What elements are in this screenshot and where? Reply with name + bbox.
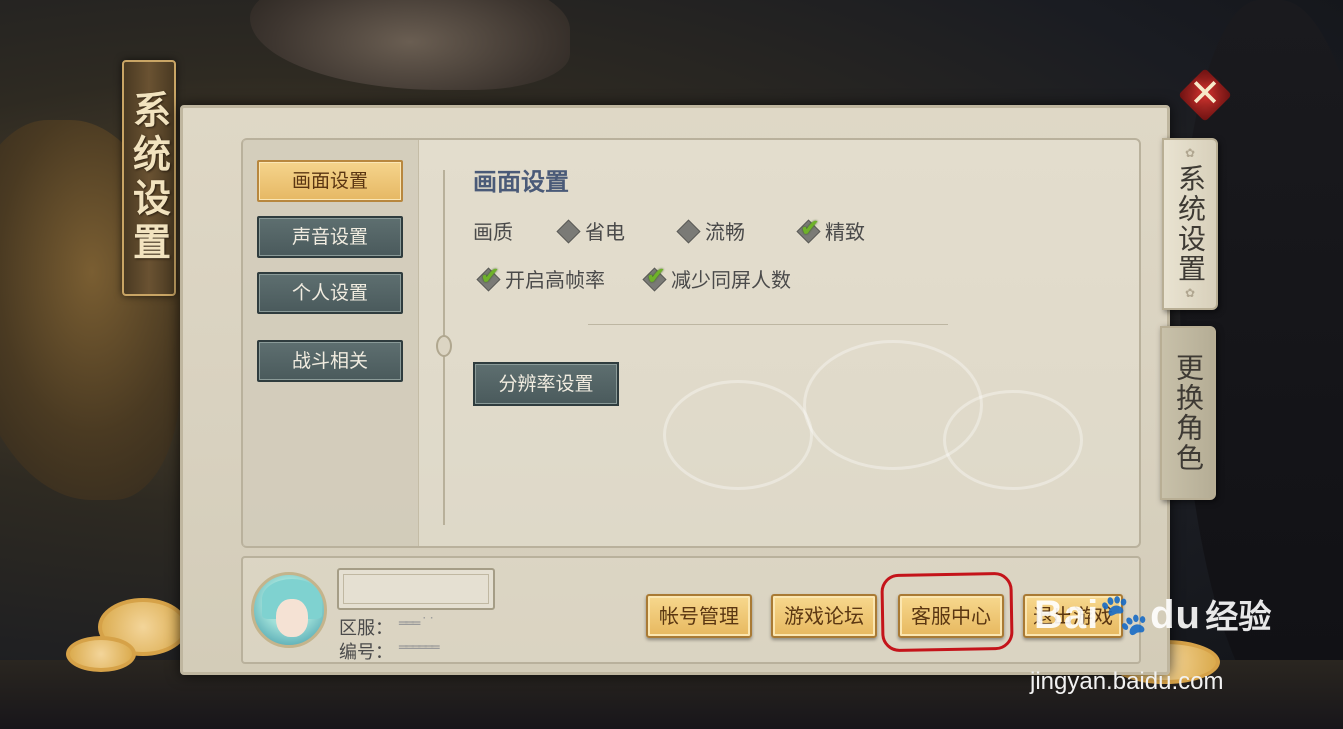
window-title: 系统设置 [126, 90, 172, 266]
tab-label: 系统设置 [1174, 164, 1207, 284]
cloud-decoration-left-small [66, 636, 136, 672]
flower-icon: ✿ [1183, 286, 1197, 302]
divider-ornament [436, 335, 452, 357]
quality-option-smooth[interactable]: 流畅 [676, 216, 745, 245]
avatar[interactable] [251, 572, 327, 648]
quality-option-fine[interactable]: ✔ 精致 [796, 214, 865, 245]
radio-unchecked-icon [676, 218, 701, 244]
game-forum-button[interactable]: 游戏论坛 [771, 594, 877, 638]
flower-icon: ✿ [1183, 146, 1197, 162]
nav-item-combat[interactable]: 战斗相关 [257, 340, 403, 382]
window-title-scroll: 系统设置 [122, 60, 176, 296]
account-management-button[interactable]: 帐号管理 [646, 594, 752, 638]
settings-content-area: 画面设置 声音设置 个人设置 战斗相关 画面设置 画质 省电 流畅 ✔ 精致 ✔… [241, 138, 1141, 548]
checkbox-checked-icon: ✔ [642, 262, 667, 292]
baidu-watermark: Bai🐾du 经验 [1034, 590, 1271, 638]
close-button[interactable]: ✕ [1184, 71, 1226, 115]
nav-item-sound[interactable]: 声音设置 [257, 216, 403, 258]
checkbox-checked-icon: ✔ [476, 262, 501, 292]
close-icon: ✕ [1189, 71, 1221, 115]
nav-item-display[interactable]: 画面设置 [257, 160, 403, 202]
nav-item-personal[interactable]: 个人设置 [257, 272, 403, 314]
id-value: ══════ [399, 640, 440, 656]
section-separator [588, 324, 948, 325]
quality-option-label: 精致 [825, 220, 865, 244]
section-title: 画面设置 [473, 168, 569, 196]
settings-nav: 画面设置 声音设置 个人设置 战斗相关 [243, 140, 419, 546]
toggle-high-framerate[interactable]: ✔ 开启高帧率 [476, 262, 605, 293]
highlight-annotation [880, 571, 1014, 653]
server-value: ═══ ˙ ˙ [399, 616, 435, 632]
id-label: 编号： [339, 642, 393, 663]
watermark-url: jingyan.baidu.com [1030, 668, 1224, 695]
tab-change-character[interactable]: 更换角色 [1160, 326, 1216, 500]
settings-panel: 画面设置 声音设置 个人设置 战斗相关 画面设置 画质 省电 流畅 ✔ 精致 ✔… [180, 105, 1170, 675]
radio-checked-icon: ✔ [796, 214, 821, 244]
baidu-logo-suffix: du [1150, 593, 1201, 637]
quality-option-label: 省电 [585, 220, 625, 244]
quality-option-label: 流畅 [705, 220, 745, 244]
paw-icon: 🐾 [1099, 593, 1151, 637]
tab-label: 更换角色 [1172, 353, 1205, 473]
baidu-logo: Bai [1034, 593, 1100, 637]
resolution-settings-button[interactable]: 分辨率设置 [473, 362, 619, 406]
toggle-reduce-players[interactable]: ✔ 减少同屏人数 [642, 262, 791, 293]
tab-system-settings[interactable]: ✿ 系统设置 ✿ [1162, 138, 1218, 310]
quality-label: 画质 [473, 220, 513, 244]
server-label: 区服： [339, 618, 393, 639]
wave-decoration [663, 380, 813, 490]
player-name-frame [337, 568, 495, 610]
wave-decoration [943, 390, 1083, 490]
background-rock-top [250, 0, 570, 90]
radio-unchecked-icon [556, 218, 581, 244]
toggle-label: 减少同屏人数 [671, 268, 791, 292]
watermark-text: 经验 [1205, 598, 1272, 635]
toggle-label: 开启高帧率 [505, 268, 605, 292]
quality-option-power-save[interactable]: 省电 [556, 216, 625, 245]
